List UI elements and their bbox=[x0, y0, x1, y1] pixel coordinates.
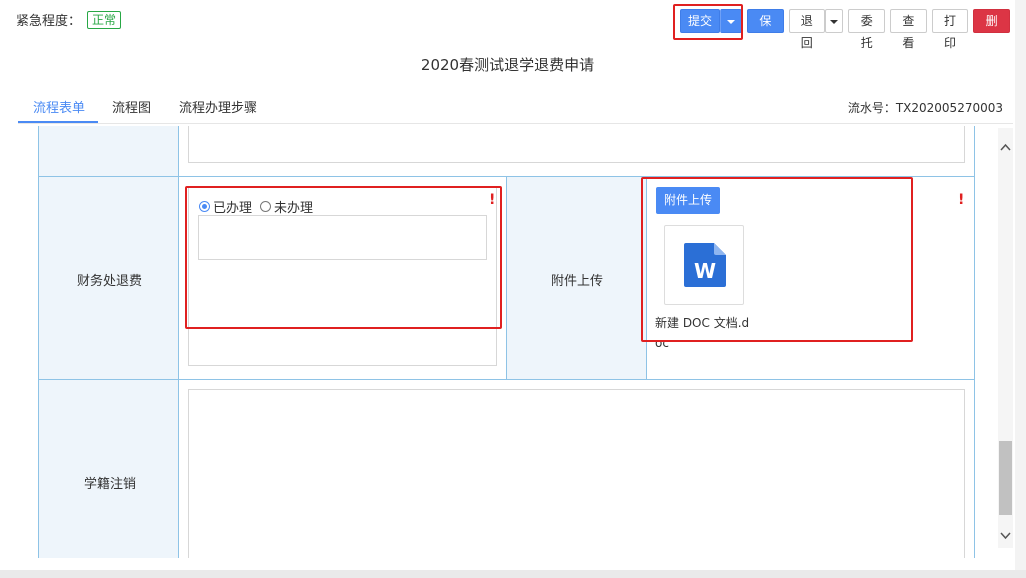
view-button[interactable]: 查看 bbox=[890, 9, 927, 50]
vertical-scrollbar[interactable] bbox=[998, 128, 1013, 548]
grid-line bbox=[974, 126, 975, 558]
return-button[interactable]: 退回 bbox=[788, 9, 825, 50]
status-radio-group: 已办理 未办理 bbox=[199, 197, 321, 216]
radio-not-done-label[interactable]: 未办理 bbox=[274, 197, 313, 216]
save-button[interactable]: 保存 bbox=[747, 9, 784, 50]
return-dropdown-button[interactable] bbox=[824, 9, 844, 33]
attachment-label: 附件上传 bbox=[551, 274, 604, 289]
required-mark: ! bbox=[489, 192, 496, 208]
radio-done-label[interactable]: 已办理 bbox=[213, 197, 252, 216]
grid-line bbox=[38, 176, 975, 177]
grid-line bbox=[178, 126, 179, 558]
textarea[interactable] bbox=[188, 126, 965, 163]
serial-number: 流水号：TX202005270003 bbox=[847, 101, 1003, 115]
tab-form[interactable]: 流程表单 bbox=[33, 97, 85, 116]
print-button[interactable]: 打印 bbox=[931, 9, 969, 50]
scrollbar-thumb[interactable] bbox=[999, 441, 1012, 515]
registry-textarea[interactable] bbox=[188, 389, 965, 558]
active-tab-indicator bbox=[18, 121, 98, 123]
bottom-bar bbox=[0, 570, 1026, 578]
svg-text:W: W bbox=[694, 259, 716, 283]
grid-line bbox=[38, 379, 975, 380]
toolbar: 提交 保存 退回 委托 查看 打印 删除 bbox=[680, 9, 1015, 50]
return-split-button: 退回 bbox=[788, 9, 844, 50]
word-doc-icon: W bbox=[684, 243, 726, 287]
delete-button[interactable]: 删除 bbox=[973, 9, 1011, 50]
grid-line bbox=[506, 177, 507, 379]
tab-flowchart[interactable]: 流程图 bbox=[112, 97, 151, 116]
finance-refund-label: 财务处退费 bbox=[77, 274, 143, 289]
grid-line bbox=[646, 177, 647, 379]
delegate-button[interactable]: 委托 bbox=[848, 9, 886, 50]
submit-button[interactable]: 提交 bbox=[680, 9, 720, 33]
page: 紧急程度： 正常 提交 保存 退回 委托 查看 打印 删除 2020春测试退学退… bbox=[0, 0, 1015, 570]
urgency: 紧急程度： 正常 bbox=[16, 10, 122, 29]
upload-button[interactable]: 附件上传 bbox=[656, 187, 721, 214]
page-title: 2020春测试退学退费申请 bbox=[420, 56, 595, 74]
submit-split-button: 提交 bbox=[680, 9, 742, 33]
chevron-up-icon[interactable] bbox=[1000, 142, 1011, 153]
submit-dropdown-button[interactable] bbox=[720, 9, 742, 33]
grid-line bbox=[38, 126, 39, 558]
chevron-down-icon[interactable] bbox=[1000, 530, 1011, 541]
urgency-badge: 正常 bbox=[87, 10, 122, 29]
required-mark: ! bbox=[958, 192, 965, 208]
form-scroll-area[interactable]: 财务处退费 已办理 未办理 ! 附件上传 附件上传 ! W 新建 DOC 文档.… bbox=[0, 126, 1015, 558]
file-card[interactable]: W bbox=[664, 225, 744, 305]
chevron-down-icon bbox=[727, 19, 735, 24]
registry-cancel-label: 学籍注销 bbox=[84, 477, 137, 492]
file-name[interactable]: 新建 DOC 文档.doc bbox=[655, 313, 755, 353]
chevron-down-icon bbox=[830, 19, 839, 24]
finance-remark-input[interactable] bbox=[198, 215, 487, 260]
radio-not-done[interactable] bbox=[260, 201, 272, 212]
label-cell bbox=[39, 126, 178, 176]
tab-bar: 流程表单 流程图 流程办理步骤 流水号：TX202005270003 bbox=[18, 94, 1013, 124]
radio-done[interactable] bbox=[199, 201, 210, 212]
label-cell bbox=[39, 380, 178, 558]
tab-steps[interactable]: 流程办理步骤 bbox=[179, 97, 257, 116]
urgency-label: 紧急程度： bbox=[16, 14, 82, 29]
